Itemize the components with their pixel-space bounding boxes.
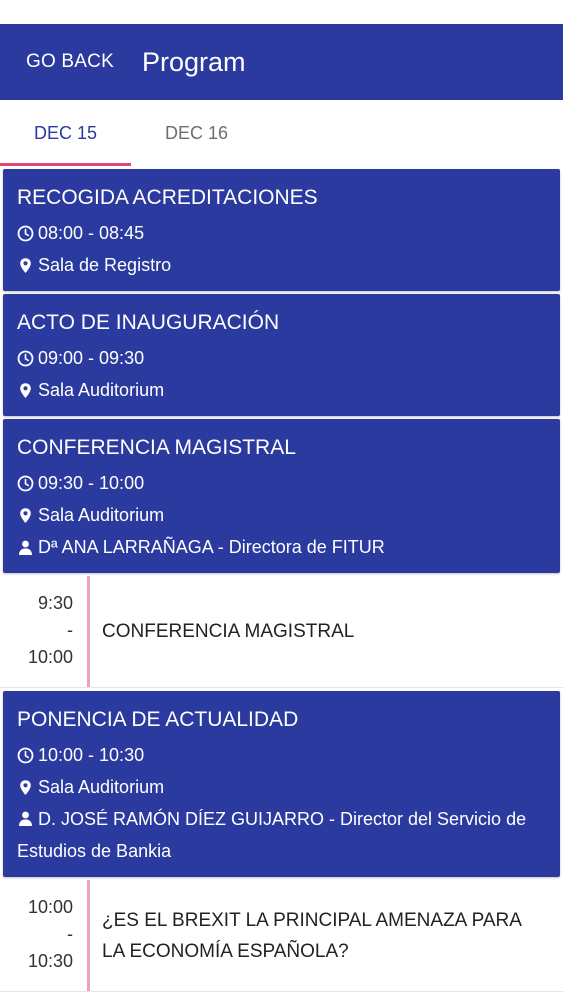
session-time-separator: - [67, 924, 73, 944]
active-tab-indicator [0, 163, 131, 166]
event-speaker-row: D. JOSÉ RAMÓN DÍEZ GUIJARRO - Director d… [17, 803, 546, 867]
event-time-row: 10:00 - 10:30 [17, 739, 546, 771]
go-back-button[interactable]: GO BACK [26, 51, 114, 73]
event-location-row: Sala Auditorium [17, 499, 546, 531]
session-time: 9:30 - 10:00 [0, 576, 90, 687]
event-speaker: Dª ANA LARRAÑAGA - Directora de FITUR [38, 537, 385, 557]
session-end-time: 10:00 [27, 647, 73, 667]
event-time-row: 08:00 - 08:45 [17, 217, 546, 249]
event-title: RECOGIDA ACREDITACIONES [17, 186, 318, 209]
clock-icon [17, 225, 34, 242]
tab-dec-16[interactable]: DEC 16 [131, 100, 262, 166]
event-location: Sala Auditorium [38, 777, 165, 797]
page-title: Program [141, 46, 246, 77]
event-location-row: Sala Auditorium [17, 374, 546, 406]
event-location: Sala de Registro [38, 255, 172, 275]
event-title: CONFERENCIA MAGISTRAL [17, 436, 296, 459]
app-bar: GO BACK Program [0, 24, 563, 100]
event-time: 09:30 - 10:00 [38, 473, 145, 493]
session-end-time: 10:30 [27, 951, 73, 971]
program-list: RECOGIDA ACREDITACIONES 08:00 - 08:45 Sa… [0, 166, 563, 992]
event-speaker-row: Dª ANA LARRAÑAGA - Directora de FITUR [17, 531, 546, 563]
event-speaker: D. JOSÉ RAMÓN DÍEZ GUIJARRO - Director d… [17, 809, 527, 861]
session-row[interactable]: 10:00 - 10:30 ¿ES EL BREXIT LA PRINCIPAL… [0, 880, 563, 992]
location-pin-icon [17, 257, 34, 274]
clock-icon [17, 475, 34, 492]
event-time: 08:00 - 08:45 [38, 223, 145, 243]
location-pin-icon [17, 507, 34, 524]
event-time-row: 09:00 - 09:30 [17, 342, 546, 374]
person-icon [17, 810, 34, 827]
event-card[interactable]: RECOGIDA ACREDITACIONES 08:00 - 08:45 Sa… [3, 169, 560, 291]
clock-icon [17, 747, 34, 764]
tab-dec-15[interactable]: DEC 15 [0, 100, 131, 166]
clock-icon [17, 350, 34, 367]
session-title: ¿ES EL BREXIT LA PRINCIPAL AMENAZA PARA … [102, 909, 521, 962]
event-time: 09:00 - 09:30 [38, 348, 145, 368]
screen: GO BACK Program DEC 15 DEC 16 RECOGIDA A… [0, 0, 563, 1000]
event-title: ACTO DE INAUGURACIÓN [17, 311, 280, 334]
session-row[interactable]: 9:30 - 10:00 CONFERENCIA MAGISTRAL [0, 576, 563, 688]
session-title: CONFERENCIA MAGISTRAL [102, 621, 355, 642]
event-location: Sala Auditorium [38, 380, 165, 400]
session-start-time: 9:30 [37, 593, 73, 613]
event-title: PONENCIA DE ACTUALIDAD [17, 708, 299, 731]
event-time: 10:00 - 10:30 [38, 745, 145, 765]
location-pin-icon [17, 382, 34, 399]
event-location-row: Sala de Registro [17, 249, 546, 281]
session-time: 10:00 - 10:30 [0, 880, 90, 991]
event-card[interactable]: PONENCIA DE ACTUALIDAD 10:00 - 10:30 Sal… [3, 691, 560, 877]
event-card[interactable]: CONFERENCIA MAGISTRAL 09:30 - 10:00 Sala… [3, 419, 560, 573]
person-icon [17, 539, 34, 556]
event-location-row: Sala Auditorium [17, 771, 546, 803]
session-time-separator: - [67, 620, 73, 640]
event-card[interactable]: ACTO DE INAUGURACIÓN 09:00 - 09:30 Sala … [3, 294, 560, 416]
event-time-row: 09:30 - 10:00 [17, 467, 546, 499]
location-pin-icon [17, 779, 34, 796]
event-location: Sala Auditorium [38, 505, 165, 525]
status-bar [0, 0, 563, 24]
session-start-time: 10:00 [27, 897, 73, 917]
date-tabs: DEC 15 DEC 16 [0, 100, 563, 166]
